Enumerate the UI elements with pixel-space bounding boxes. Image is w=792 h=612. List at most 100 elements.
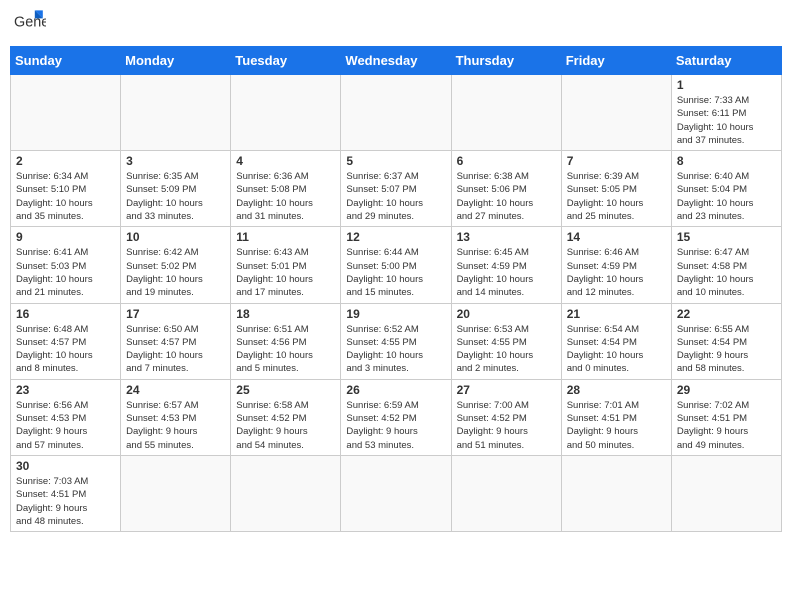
col-thursday: Thursday bbox=[451, 47, 561, 75]
calendar-cell bbox=[121, 455, 231, 531]
day-info: Sunrise: 7:01 AM Sunset: 4:51 PM Dayligh… bbox=[567, 399, 666, 452]
day-number: 23 bbox=[16, 383, 115, 397]
day-number: 24 bbox=[126, 383, 225, 397]
day-info: Sunrise: 7:33 AM Sunset: 6:11 PM Dayligh… bbox=[677, 94, 776, 147]
day-number: 27 bbox=[457, 383, 556, 397]
day-number: 30 bbox=[16, 459, 115, 473]
calendar-cell: 23 Sunrise: 6:56 AM Sunset: 4:53 PM Dayli… bbox=[11, 379, 121, 455]
calendar-cell bbox=[231, 75, 341, 151]
calendar-cell: 19Sunrise: 6:52 AM Sunset: 4:55 PM Dayli… bbox=[341, 303, 451, 379]
day-number: 15 bbox=[677, 230, 776, 244]
day-number: 11 bbox=[236, 230, 335, 244]
calendar-cell: 29Sunrise: 7:02 AM Sunset: 4:51 PM Dayli… bbox=[671, 379, 781, 455]
calendar-cell bbox=[561, 455, 671, 531]
day-number: 16 bbox=[16, 307, 115, 321]
calendar-cell bbox=[561, 75, 671, 151]
calendar-cell: 2 Sunrise: 6:34 AM Sunset: 5:10 PM Daylig… bbox=[11, 151, 121, 227]
calendar-cell: 16 Sunrise: 6:48 AM Sunset: 4:57 PM Dayli… bbox=[11, 303, 121, 379]
day-info: Sunrise: 6:51 AM Sunset: 4:56 PM Dayligh… bbox=[236, 323, 335, 376]
day-info: Sunrise: 7:03 AM Sunset: 4:51 PM Dayligh… bbox=[16, 475, 115, 528]
calendar-cell: 17Sunrise: 6:50 AM Sunset: 4:57 PM Dayli… bbox=[121, 303, 231, 379]
calendar-week-row: 1Sunrise: 7:33 AM Sunset: 6:11 PM Daylig… bbox=[11, 75, 782, 151]
day-info: Sunrise: 6:43 AM Sunset: 5:01 PM Dayligh… bbox=[236, 246, 335, 299]
col-tuesday: Tuesday bbox=[231, 47, 341, 75]
day-number: 7 bbox=[567, 154, 666, 168]
day-number: 2 bbox=[16, 154, 115, 168]
day-number: 13 bbox=[457, 230, 556, 244]
day-number: 4 bbox=[236, 154, 335, 168]
col-monday: Monday bbox=[121, 47, 231, 75]
calendar: Sunday Monday Tuesday Wednesday Thursday… bbox=[10, 46, 782, 532]
calendar-cell bbox=[121, 75, 231, 151]
day-info: Sunrise: 7:02 AM Sunset: 4:51 PM Dayligh… bbox=[677, 399, 776, 452]
day-info: Sunrise: 6:44 AM Sunset: 5:00 PM Dayligh… bbox=[346, 246, 445, 299]
day-info: Sunrise: 6:34 AM Sunset: 5:10 PM Dayligh… bbox=[16, 170, 115, 223]
calendar-cell bbox=[451, 75, 561, 151]
col-friday: Friday bbox=[561, 47, 671, 75]
day-number: 6 bbox=[457, 154, 556, 168]
day-info: Sunrise: 6:59 AM Sunset: 4:52 PM Dayligh… bbox=[346, 399, 445, 452]
calendar-week-row: 2 Sunrise: 6:34 AM Sunset: 5:10 PM Daylig… bbox=[11, 151, 782, 227]
calendar-cell: 22Sunrise: 6:55 AM Sunset: 4:54 PM Dayli… bbox=[671, 303, 781, 379]
calendar-cell: 28 Sunrise: 7:01 AM Sunset: 4:51 PM Dayli… bbox=[561, 379, 671, 455]
calendar-cell: 6 Sunrise: 6:38 AM Sunset: 5:06 PM Daylig… bbox=[451, 151, 561, 227]
day-number: 14 bbox=[567, 230, 666, 244]
calendar-cell: 15 Sunrise: 6:47 AM Sunset: 4:58 PM Dayli… bbox=[671, 227, 781, 303]
day-number: 9 bbox=[16, 230, 115, 244]
day-number: 5 bbox=[346, 154, 445, 168]
calendar-cell bbox=[231, 455, 341, 531]
day-info: Sunrise: 6:40 AM Sunset: 5:04 PM Dayligh… bbox=[677, 170, 776, 223]
calendar-cell: 8 Sunrise: 6:40 AM Sunset: 5:04 PM Daylig… bbox=[671, 151, 781, 227]
col-wednesday: Wednesday bbox=[341, 47, 451, 75]
calendar-cell: 7 Sunrise: 6:39 AM Sunset: 5:05 PM Daylig… bbox=[561, 151, 671, 227]
day-number: 3 bbox=[126, 154, 225, 168]
day-number: 10 bbox=[126, 230, 225, 244]
calendar-cell: 25 Sunrise: 6:58 AM Sunset: 4:52 PM Dayli… bbox=[231, 379, 341, 455]
day-number: 17 bbox=[126, 307, 225, 321]
calendar-cell bbox=[671, 455, 781, 531]
header: General bbox=[10, 10, 782, 38]
day-number: 26 bbox=[346, 383, 445, 397]
day-info: Sunrise: 7:00 AM Sunset: 4:52 PM Dayligh… bbox=[457, 399, 556, 452]
day-info: Sunrise: 6:36 AM Sunset: 5:08 PM Dayligh… bbox=[236, 170, 335, 223]
calendar-cell bbox=[451, 455, 561, 531]
logo: General bbox=[14, 10, 50, 38]
calendar-cell: 1Sunrise: 7:33 AM Sunset: 6:11 PM Daylig… bbox=[671, 75, 781, 151]
calendar-week-row: 23 Sunrise: 6:56 AM Sunset: 4:53 PM Dayli… bbox=[11, 379, 782, 455]
day-number: 19 bbox=[346, 307, 445, 321]
day-info: Sunrise: 6:46 AM Sunset: 4:59 PM Dayligh… bbox=[567, 246, 666, 299]
day-info: Sunrise: 6:39 AM Sunset: 5:05 PM Dayligh… bbox=[567, 170, 666, 223]
day-number: 12 bbox=[346, 230, 445, 244]
day-info: Sunrise: 6:35 AM Sunset: 5:09 PM Dayligh… bbox=[126, 170, 225, 223]
day-info: Sunrise: 6:57 AM Sunset: 4:53 PM Dayligh… bbox=[126, 399, 225, 452]
day-info: Sunrise: 6:37 AM Sunset: 5:07 PM Dayligh… bbox=[346, 170, 445, 223]
day-number: 18 bbox=[236, 307, 335, 321]
calendar-cell: 24 Sunrise: 6:57 AM Sunset: 4:53 PM Dayli… bbox=[121, 379, 231, 455]
day-number: 8 bbox=[677, 154, 776, 168]
calendar-cell: 30 Sunrise: 7:03 AM Sunset: 4:51 PM Dayli… bbox=[11, 455, 121, 531]
calendar-cell: 4 Sunrise: 6:36 AM Sunset: 5:08 PM Daylig… bbox=[231, 151, 341, 227]
calendar-cell: 10 Sunrise: 6:42 AM Sunset: 5:02 PM Dayli… bbox=[121, 227, 231, 303]
calendar-cell: 14 Sunrise: 6:46 AM Sunset: 4:59 PM Dayli… bbox=[561, 227, 671, 303]
calendar-cell: 12 Sunrise: 6:44 AM Sunset: 5:00 PM Dayli… bbox=[341, 227, 451, 303]
calendar-week-row: 30 Sunrise: 7:03 AM Sunset: 4:51 PM Dayli… bbox=[11, 455, 782, 531]
day-info: Sunrise: 6:38 AM Sunset: 5:06 PM Dayligh… bbox=[457, 170, 556, 223]
calendar-header-row: Sunday Monday Tuesday Wednesday Thursday… bbox=[11, 47, 782, 75]
day-info: Sunrise: 6:42 AM Sunset: 5:02 PM Dayligh… bbox=[126, 246, 225, 299]
day-info: Sunrise: 6:47 AM Sunset: 4:58 PM Dayligh… bbox=[677, 246, 776, 299]
calendar-cell bbox=[341, 455, 451, 531]
day-number: 28 bbox=[567, 383, 666, 397]
day-info: Sunrise: 6:45 AM Sunset: 4:59 PM Dayligh… bbox=[457, 246, 556, 299]
calendar-cell: 11 Sunrise: 6:43 AM Sunset: 5:01 PM Dayli… bbox=[231, 227, 341, 303]
calendar-week-row: 9Sunrise: 6:41 AM Sunset: 5:03 PM Daylig… bbox=[11, 227, 782, 303]
day-info: Sunrise: 6:54 AM Sunset: 4:54 PM Dayligh… bbox=[567, 323, 666, 376]
calendar-cell: 13 Sunrise: 6:45 AM Sunset: 4:59 PM Dayli… bbox=[451, 227, 561, 303]
day-number: 20 bbox=[457, 307, 556, 321]
calendar-cell bbox=[11, 75, 121, 151]
day-info: Sunrise: 6:48 AM Sunset: 4:57 PM Dayligh… bbox=[16, 323, 115, 376]
day-info: Sunrise: 6:56 AM Sunset: 4:53 PM Dayligh… bbox=[16, 399, 115, 452]
day-info: Sunrise: 6:58 AM Sunset: 4:52 PM Dayligh… bbox=[236, 399, 335, 452]
calendar-cell bbox=[341, 75, 451, 151]
col-saturday: Saturday bbox=[671, 47, 781, 75]
day-number: 25 bbox=[236, 383, 335, 397]
